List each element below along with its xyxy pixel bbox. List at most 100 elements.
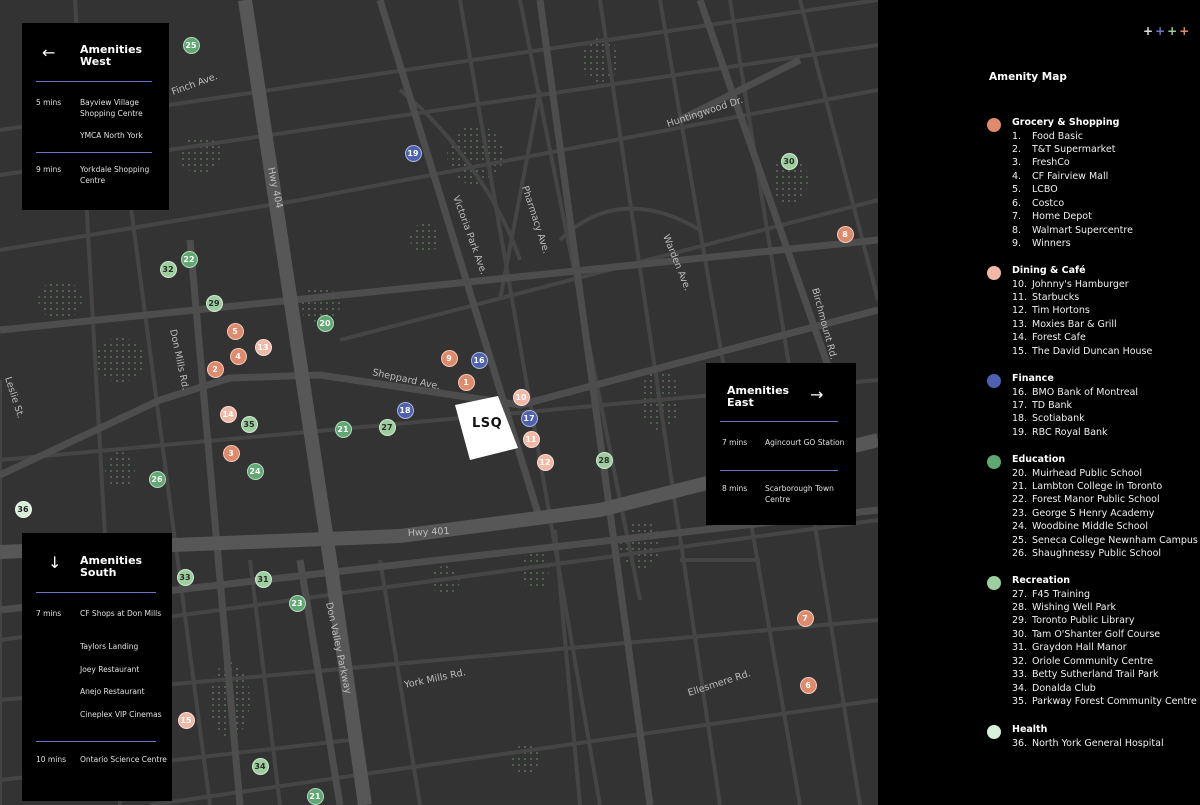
map-marker-dining[interactable]: 10 bbox=[512, 388, 530, 406]
place-name: Taylors Landing bbox=[80, 642, 139, 651]
map-marker-recreation[interactable]: 32 bbox=[159, 260, 177, 278]
legend-item: 32. Oriole Community Centre bbox=[1012, 656, 1153, 667]
legend-item-number: 5. bbox=[1012, 184, 1022, 196]
legend-category-title: Finance bbox=[1012, 373, 1054, 384]
map-marker-education[interactable]: 22 bbox=[180, 250, 198, 268]
arrow-left-icon[interactable]: ← bbox=[42, 43, 55, 62]
map-marker-dining[interactable]: 12 bbox=[536, 453, 554, 471]
map-marker-grocery[interactable]: 4 bbox=[229, 347, 247, 365]
map-marker-recreation[interactable]: 35 bbox=[240, 415, 258, 433]
map-marker-education[interactable]: 21 bbox=[334, 420, 352, 438]
legend-item: 22. Forest Manor Public School bbox=[1012, 494, 1160, 505]
legend-item: 30. Tam O'Shanter Golf Course bbox=[1012, 629, 1160, 640]
map-marker-dining[interactable]: 15 bbox=[177, 711, 195, 729]
legend-dot-education bbox=[987, 455, 1001, 469]
map-marker-education[interactable]: 23 bbox=[288, 594, 306, 612]
legend-item-number: 14. bbox=[1012, 332, 1028, 344]
legend-item-label: Tam O'Shanter Golf Course bbox=[1032, 628, 1161, 640]
legend-item: 13. Moxies Bar & Grill bbox=[1012, 319, 1117, 330]
legend-item-number: 34. bbox=[1012, 682, 1028, 694]
map-marker-grocery[interactable]: 6 bbox=[799, 676, 817, 694]
map-marker-dining[interactable]: 13 bbox=[254, 338, 272, 356]
map-marker-dining[interactable]: 11 bbox=[522, 430, 540, 448]
map-marker-dining[interactable]: 14 bbox=[219, 405, 237, 423]
legend-item-label: Muirhead Public School bbox=[1032, 467, 1143, 479]
legend-item-label: Oriole Community Centre bbox=[1032, 655, 1154, 667]
map-marker-education[interactable]: 25 bbox=[182, 36, 200, 54]
legend-item-number: 4. bbox=[1012, 170, 1022, 182]
legend-item-number: 13. bbox=[1012, 318, 1028, 330]
legend-item-number: 28. bbox=[1012, 601, 1028, 613]
map-marker-finance[interactable]: 16 bbox=[470, 351, 488, 369]
map-marker-education[interactable]: 21 bbox=[306, 787, 324, 805]
legend-category-title: Education bbox=[1012, 454, 1066, 465]
legend-category-title: Health bbox=[1012, 724, 1048, 735]
legend-item-number: 23. bbox=[1012, 507, 1028, 519]
legend-item-label: LCBO bbox=[1032, 184, 1058, 196]
legend-item-number: 24. bbox=[1012, 521, 1028, 533]
place-name: Anejo Restaurant bbox=[80, 687, 145, 696]
divider bbox=[36, 152, 152, 153]
map-marker-recreation[interactable]: 28 bbox=[595, 451, 613, 469]
legend-dot-health bbox=[987, 725, 1001, 739]
map-marker-recreation[interactable]: 30 bbox=[780, 152, 798, 170]
map-marker-health[interactable]: 36 bbox=[14, 500, 32, 518]
map-marker-grocery[interactable]: 3 bbox=[222, 444, 240, 462]
legend-item-label: RBC Royal Bank bbox=[1032, 426, 1108, 438]
map-marker-recreation[interactable]: 27 bbox=[378, 418, 396, 436]
plus-icon: + bbox=[1167, 24, 1180, 38]
legend-item: 36. North York General Hospital bbox=[1012, 738, 1164, 749]
legend-item-number: 11. bbox=[1012, 291, 1028, 303]
drive-time: 10 mins bbox=[36, 755, 66, 764]
legend-dot-recreation bbox=[987, 576, 1001, 590]
plus-icon: + bbox=[1143, 24, 1156, 38]
place-name: Joey Restaurant bbox=[80, 665, 140, 674]
legend-item: 12. Tim Hortons bbox=[1012, 305, 1090, 316]
map-marker-education[interactable]: 26 bbox=[148, 470, 166, 488]
map-marker-grocery[interactable]: 7 bbox=[796, 609, 814, 627]
map-marker-finance[interactable]: 18 bbox=[396, 401, 414, 419]
map-marker-grocery[interactable]: 8 bbox=[836, 225, 854, 243]
site-label: LSQ bbox=[472, 416, 503, 431]
map-marker-grocery[interactable]: 9 bbox=[440, 349, 458, 367]
plus-icons: ++++ bbox=[1143, 24, 1191, 38]
legend-item-label: Graydon Hall Manor bbox=[1032, 642, 1127, 654]
drive-time: 9 mins bbox=[36, 165, 62, 174]
legend-item: 34. Donalda Club bbox=[1012, 683, 1096, 694]
plus-icon: + bbox=[1155, 24, 1168, 38]
map-marker-education[interactable]: 20 bbox=[316, 314, 334, 332]
map-marker-recreation[interactable]: 31 bbox=[254, 570, 272, 588]
legend-item: 2. T&T Supermarket bbox=[1012, 144, 1115, 155]
map-marker-finance[interactable]: 17 bbox=[520, 409, 538, 427]
legend-item-label: Johnny's Hamburger bbox=[1032, 278, 1129, 290]
arrow-down-icon[interactable]: ↓ bbox=[48, 553, 61, 572]
legend-item-label: Forest Cafe bbox=[1032, 332, 1086, 344]
legend-item-number: 20. bbox=[1012, 467, 1028, 479]
map-marker-grocery[interactable]: 5 bbox=[226, 322, 244, 340]
legend-item-number: 26. bbox=[1012, 548, 1028, 560]
divider bbox=[36, 81, 152, 82]
legend-item-number: 8. bbox=[1012, 224, 1022, 236]
legend-item: 15. The David Duncan House bbox=[1012, 346, 1152, 357]
legend-item-number: 29. bbox=[1012, 615, 1028, 627]
legend-item: 8. Walmart Supercentre bbox=[1012, 225, 1133, 236]
arrow-right-icon[interactable]: → bbox=[810, 385, 823, 404]
legend-item: 18. Scotiabank bbox=[1012, 413, 1085, 424]
legend-item-label: Lambton College in Toronto bbox=[1032, 480, 1163, 492]
panel-title: Amenities East bbox=[727, 384, 790, 409]
legend-item-number: 2. bbox=[1012, 143, 1022, 155]
legend-item-number: 30. bbox=[1012, 628, 1028, 640]
legend-dot-grocery bbox=[987, 118, 1001, 132]
map-marker-finance[interactable]: 19 bbox=[404, 144, 422, 162]
map-marker-recreation[interactable]: 29 bbox=[205, 294, 223, 312]
legend-item-number: 1. bbox=[1012, 130, 1022, 142]
legend-item-number: 10. bbox=[1012, 278, 1028, 290]
legend-item-label: Toronto Public Library bbox=[1032, 615, 1135, 627]
map-marker-recreation[interactable]: 33 bbox=[176, 568, 194, 586]
legend-item: 21. Lambton College in Toronto bbox=[1012, 481, 1162, 492]
map-marker-education[interactable]: 24 bbox=[246, 462, 264, 480]
map-marker-grocery[interactable]: 2 bbox=[206, 360, 224, 378]
map-marker-recreation[interactable]: 34 bbox=[251, 757, 269, 775]
legend-item: 6. Costco bbox=[1012, 198, 1064, 209]
map-marker-grocery[interactable]: 1 bbox=[457, 373, 475, 391]
